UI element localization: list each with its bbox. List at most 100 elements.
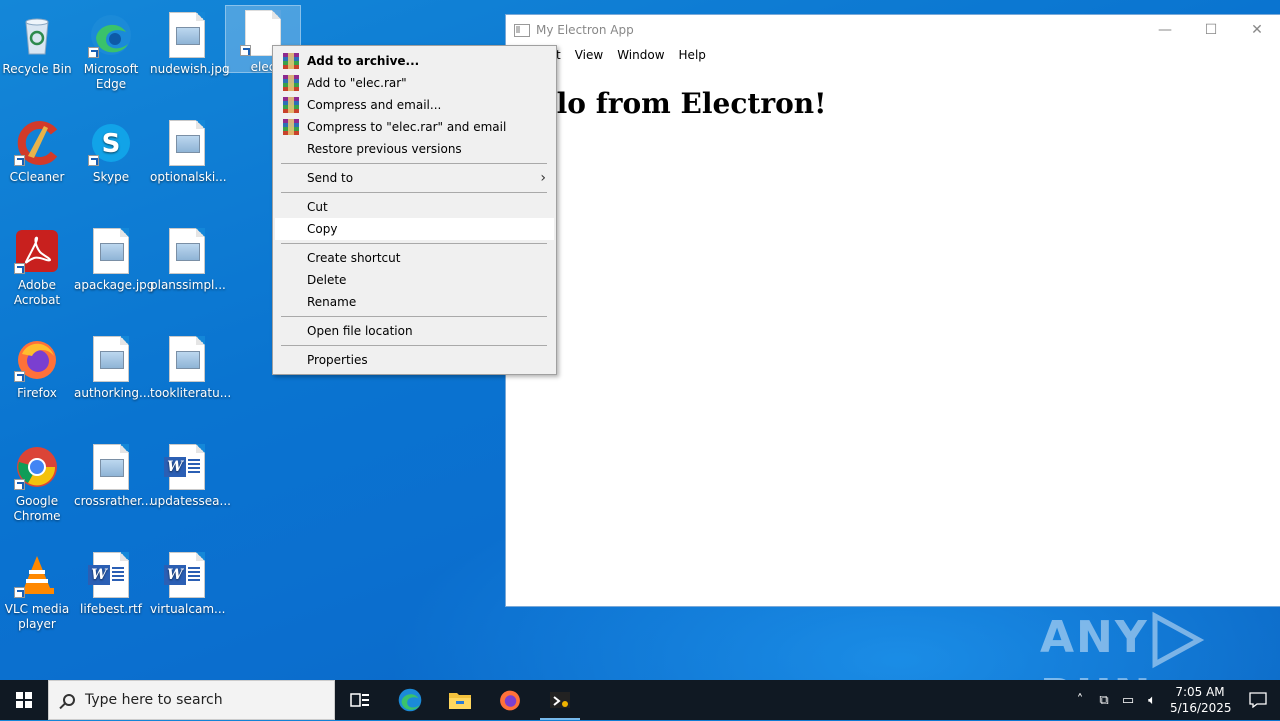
window-titlebar[interactable]: My Electron App — ☐ ✕ (506, 15, 1280, 45)
menu-item-label: Compress and email... (307, 98, 442, 112)
desktop-icon-label: Adobe Acrobat (13, 278, 61, 307)
winrar-icon (283, 75, 299, 91)
desktop-icon-google-chrome[interactable]: Google Chrome (0, 440, 74, 524)
menu-item-restore-previous-versions[interactable]: Restore previous versions (275, 138, 554, 160)
window-title: My Electron App (536, 23, 634, 37)
menu-item-compress-and-email[interactable]: Compress and email... (275, 94, 554, 116)
desktop-icon-adobe-acrobat[interactable]: Adobe Acrobat (0, 224, 74, 308)
desktop-icon-skype[interactable]: S Skype (74, 116, 148, 185)
menu-separator (281, 316, 547, 317)
edge-icon (398, 688, 422, 712)
desktop-icon-label: crossrather... (74, 494, 153, 508)
menu-separator (281, 243, 547, 244)
notification-center-button[interactable] (1236, 680, 1280, 720)
watermark-text-left: ANY (1040, 612, 1149, 663)
desktop-icon-label: apackage.jpg (74, 278, 155, 292)
desktop-icon-optionalski[interactable]: optionalski... (150, 116, 227, 185)
desktop-icon-virtualcam[interactable]: W virtualcam... (150, 548, 225, 617)
firefox-icon (14, 336, 60, 382)
menu-view[interactable]: View (575, 48, 603, 62)
menu-item-label: Rename (307, 295, 357, 309)
menu-item-copy[interactable]: Copy (275, 218, 554, 240)
winrar-icon (283, 119, 299, 135)
desktop-icon-updatessea[interactable]: W updatessea... (150, 440, 231, 509)
desktop-icon-label: CCleaner (9, 170, 65, 184)
close-button[interactable]: ✕ (1234, 15, 1280, 45)
chevron-right-icon: › (540, 170, 546, 186)
menu-item-properties[interactable]: Properties (275, 349, 554, 371)
menu-item-label: Create shortcut (307, 251, 401, 265)
electron-app-window[interactable]: My Electron App — ☐ ✕ t View Window Help… (506, 15, 1280, 606)
volume-icon[interactable]: 🔈︎ (1140, 693, 1164, 708)
menu-item-send-to[interactable]: Send to › (275, 167, 554, 189)
menu-item-add-to-rar[interactable]: Add to "elec.rar" (275, 72, 554, 94)
winrar-icon (283, 53, 299, 69)
word-document-icon: W (88, 552, 134, 598)
desktop-icon-label: authorking... (74, 386, 151, 400)
image-file-icon (88, 444, 134, 490)
desktop-icon-apackage[interactable]: apackage.jpg (74, 224, 155, 293)
menu-window[interactable]: Window (617, 48, 664, 62)
menu-item-cut[interactable]: Cut (275, 196, 554, 218)
clock-date: 5/16/2025 (1170, 701, 1232, 715)
context-menu: Add to archive... Add to "elec.rar" Comp… (272, 45, 557, 375)
menu-item-label: Copy (307, 222, 338, 236)
taskbar-search-box[interactable]: Type here to search (48, 680, 335, 720)
taskbar-clock[interactable]: 7:05 AM 5/16/2025 (1170, 684, 1232, 716)
desktop-icon-authorking[interactable]: authorking... (74, 332, 151, 401)
winrar-icon (283, 97, 299, 113)
play-triangle-icon (1152, 611, 1204, 669)
desktop-icon-crossrather[interactable]: crossrather... (74, 440, 153, 509)
taskbar-firefox-button[interactable] (485, 680, 535, 720)
network-icon[interactable]: ▭ (1116, 693, 1140, 708)
menu-item-create-shortcut[interactable]: Create shortcut (275, 247, 554, 269)
image-file-icon (164, 228, 210, 274)
taskbar-file-explorer-button[interactable] (435, 680, 485, 720)
desktop-icon-nudewish[interactable]: nudewish.jpg (150, 8, 230, 77)
menu-item-compress-to-rar-and-email[interactable]: Compress to "elec.rar" and email (275, 116, 554, 138)
desktop-icon-label: optionalski... (150, 170, 227, 184)
chrome-icon (14, 444, 60, 490)
search-icon (63, 694, 75, 706)
image-file-icon (88, 228, 134, 274)
task-view-button[interactable] (335, 680, 385, 720)
taskbar-electron-app-button[interactable] (535, 680, 585, 720)
menu-separator (281, 192, 547, 193)
start-button[interactable] (0, 680, 48, 720)
content-heading: llo from Electron! (546, 87, 827, 120)
menu-help[interactable]: Help (679, 48, 706, 62)
device-icon[interactable]: ⧉ (1092, 693, 1116, 708)
word-document-icon: W (164, 444, 210, 490)
desktop-icon-planssimpl[interactable]: planssimpl... (150, 224, 226, 293)
image-file-icon (88, 336, 134, 382)
menu-item-delete[interactable]: Delete (275, 269, 554, 291)
taskbar-edge-button[interactable] (385, 680, 435, 720)
notification-icon (1249, 692, 1267, 708)
menu-item-label: Compress to "elec.rar" and email (307, 120, 507, 134)
shortcut-arrow-icon (14, 155, 25, 166)
desktop-icon-label: Firefox (17, 386, 57, 400)
desktop-icon-recycle-bin[interactable]: Recycle Bin (0, 8, 74, 77)
clock-time: 7:05 AM (1175, 685, 1225, 699)
desktop-icon-vlc[interactable]: VLC media player (0, 548, 74, 632)
desktop-icon-ccleaner[interactable]: CCleaner (0, 116, 74, 185)
desktop-icon-tookliteratu[interactable]: tookliteratu... (150, 332, 231, 401)
maximize-button[interactable]: ☐ (1188, 15, 1234, 45)
firefox-icon (500, 690, 520, 711)
taskbar: Type here to search ˄ ⧉ ▭ 🔈︎ 7:05 AM 5/1… (0, 680, 1280, 720)
menu-item-rename[interactable]: Rename (275, 291, 554, 313)
menu-item-add-to-archive[interactable]: Add to archive... (275, 50, 554, 72)
skype-icon: S (88, 120, 134, 166)
menu-item-label: Send to (307, 171, 354, 185)
desktop-icon-firefox[interactable]: Firefox (0, 332, 74, 401)
minimize-button[interactable]: — (1142, 15, 1188, 45)
desktop-icon-microsoft-edge[interactable]: Microsoft Edge (74, 8, 148, 92)
shortcut-arrow-icon (88, 47, 99, 58)
menu-item-open-file-location[interactable]: Open file location (275, 320, 554, 342)
shortcut-arrow-icon (14, 371, 25, 382)
chevron-up-icon[interactable]: ˄ (1068, 693, 1092, 708)
windows-logo-icon (16, 692, 32, 708)
desktop-icon-lifebest[interactable]: W lifebest.rtf (74, 548, 148, 617)
menu-item-label: Open file location (307, 324, 413, 338)
menu-item-label: Add to "elec.rar" (307, 76, 407, 90)
